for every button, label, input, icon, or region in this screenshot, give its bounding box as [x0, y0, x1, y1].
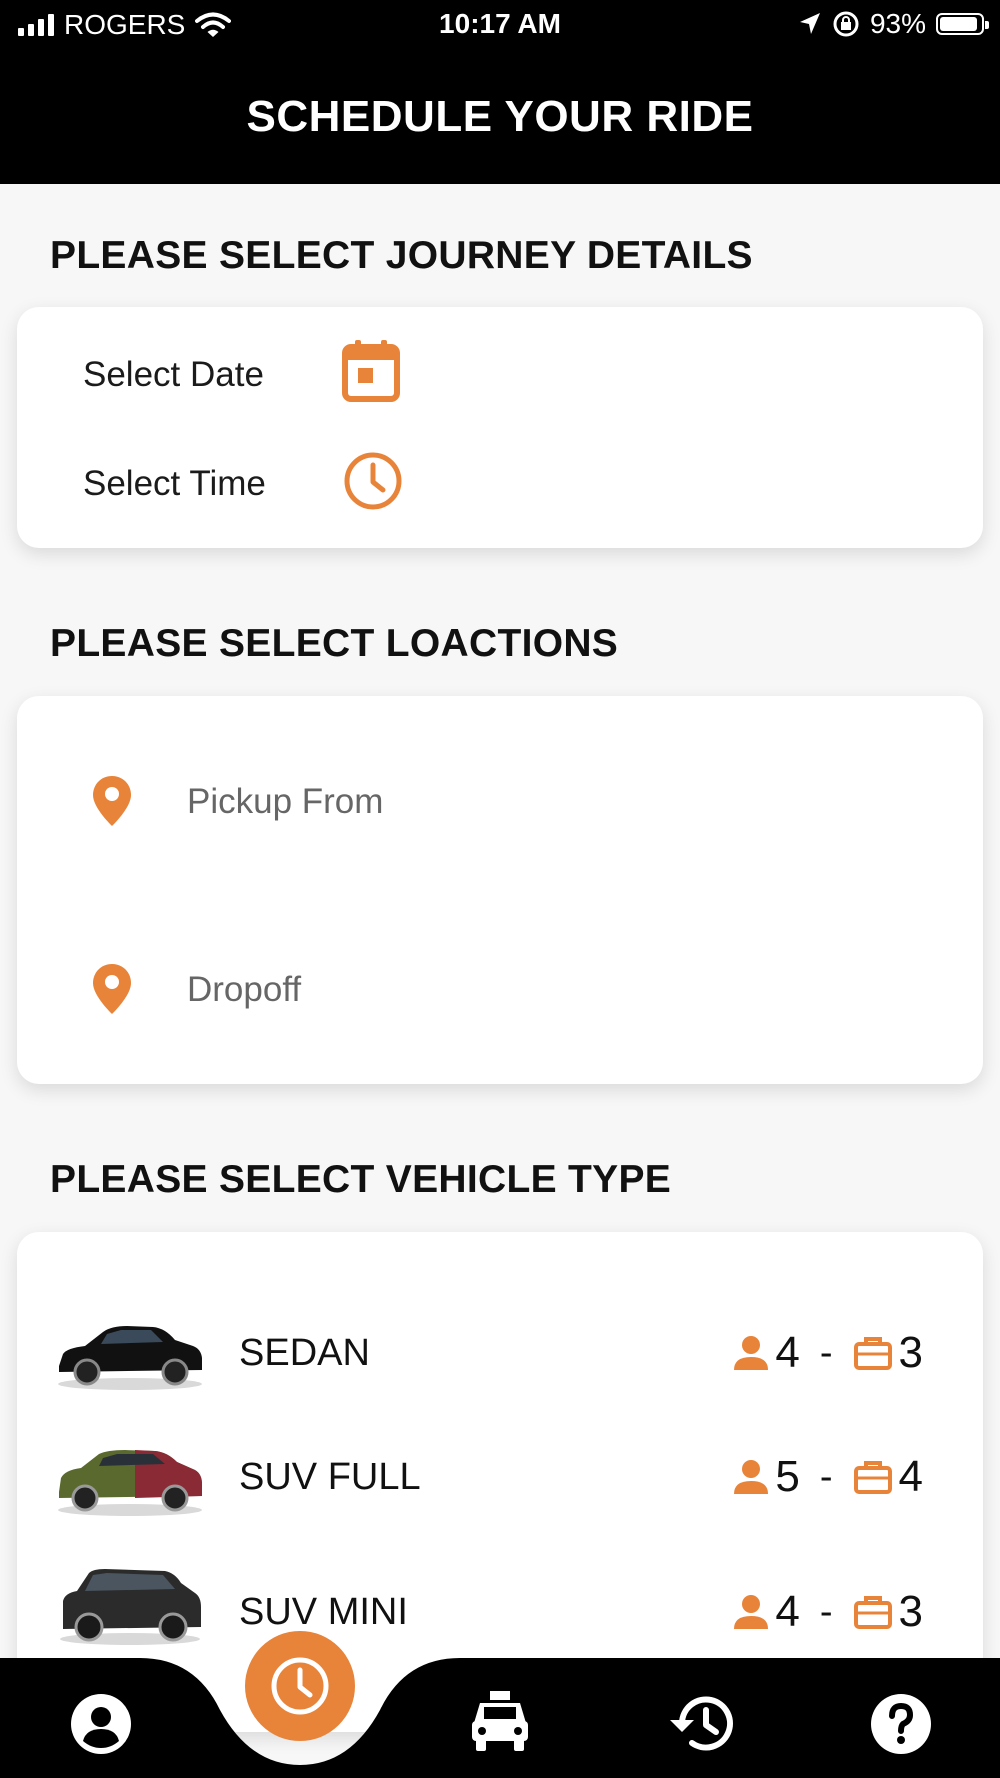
passenger-icon [734, 1460, 769, 1494]
locations-card: Pickup From Dropoff [17, 696, 983, 1084]
vehicle-capacity: 5 - 4 [733, 1452, 923, 1502]
history-icon[interactable] [668, 1692, 734, 1754]
profile-icon[interactable] [70, 1693, 132, 1755]
status-bar: ROGERS 10:17 AM 93% [0, 0, 1000, 50]
vehicle-capacity: 4 - 3 [733, 1328, 923, 1378]
sedan-car-image [58, 1326, 202, 1390]
orientation-lock-icon [833, 11, 859, 37]
vehicle-row-suv-full[interactable]: SUV FULL 5 - 4 [17, 1424, 983, 1534]
luggage-icon [853, 1337, 892, 1370]
select-date-label: Select Date [83, 355, 264, 394]
dropoff-field[interactable]: Dropoff [17, 944, 983, 1044]
battery-percent: 93% [869, 8, 926, 39]
select-time-label: Select Time [83, 464, 266, 503]
capacity-separator: - [819, 1455, 833, 1498]
luggage-icon [853, 1596, 892, 1629]
taxi-icon[interactable] [470, 1691, 530, 1753]
clock-icon[interactable] [342, 450, 404, 512]
pickup-placeholder: Pickup From [187, 782, 384, 821]
vehicle-row-suv-mini[interactable]: SUV MINI 4 - 3 [17, 1559, 983, 1669]
passenger-count: 4 [775, 1328, 800, 1377]
locations-section-title: PLEASE SELECT LOACTIONS [50, 622, 619, 665]
capacity-separator: - [819, 1331, 833, 1374]
status-right-group: 93% [798, 8, 989, 40]
passenger-icon [734, 1595, 769, 1629]
help-icon[interactable] [870, 1693, 932, 1755]
vehicle-section-title: PLEASE SELECT VEHICLE TYPE [50, 1158, 672, 1201]
vehicle-name: SEDAN [239, 1332, 370, 1374]
luggage-count: 3 [898, 1328, 923, 1377]
vehicle-name: SUV FULL [239, 1456, 421, 1498]
bottom-nav [0, 1631, 1000, 1778]
pickup-field[interactable]: Pickup From [17, 756, 983, 856]
clock-icon [271, 1657, 329, 1715]
luggage-count: 4 [898, 1452, 923, 1501]
vehicle-capacity: 4 - 3 [733, 1587, 923, 1637]
vehicle-name: SUV MINI [239, 1591, 408, 1633]
luggage-count: 3 [898, 1587, 923, 1636]
passenger-count: 5 [775, 1452, 800, 1501]
dropoff-placeholder: Dropoff [187, 970, 302, 1009]
calendar-icon[interactable] [342, 340, 400, 402]
battery-icon [936, 13, 989, 35]
location-pin-icon [93, 776, 131, 826]
location-arrow-icon [799, 13, 820, 34]
luggage-icon [853, 1461, 892, 1494]
battery-level-fill [940, 17, 977, 31]
vehicle-row-sedan[interactable]: SEDAN 4 - 3 [17, 1300, 983, 1410]
location-pin-icon [93, 964, 131, 1014]
page-title: SCHEDULE YOUR RIDE [0, 50, 1000, 184]
schedule-nav-button[interactable] [245, 1631, 355, 1741]
passenger-icon [734, 1336, 769, 1370]
journey-section-title: PLEASE SELECT JOURNEY DETAILS [50, 234, 753, 277]
select-time-row[interactable]: Select Time [17, 442, 983, 542]
suv-mini-car-image [60, 1569, 201, 1645]
capacity-separator: - [819, 1590, 833, 1633]
suv-full-car-image [58, 1450, 202, 1516]
select-date-row[interactable]: Select Date [17, 327, 983, 427]
journey-card: Select Date Select Time [17, 307, 983, 548]
passenger-count: 4 [775, 1587, 800, 1636]
